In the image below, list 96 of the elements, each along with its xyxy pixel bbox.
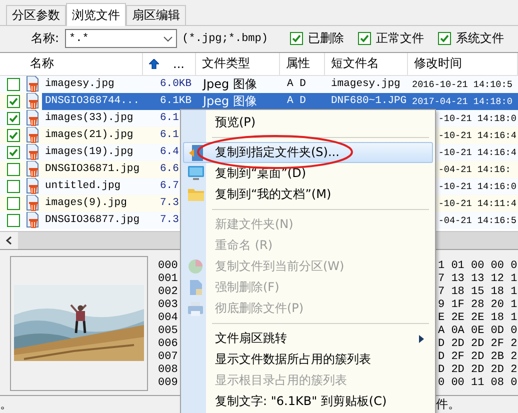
file-name-cell[interactable]: DNSGIO36877.jpg <box>42 212 143 229</box>
document-icon <box>190 280 202 295</box>
hex-bytes: E 2E 2E 18 1 <box>438 312 518 325</box>
chevron-down-icon <box>163 36 174 42</box>
checkbox[interactable] <box>438 32 451 46</box>
attribute-cell: A D <box>280 92 325 110</box>
scroll-left-button[interactable] <box>0 232 18 249</box>
checkbox[interactable] <box>6 162 20 176</box>
hex-bytes: 7 13 13 12 1 <box>438 272 518 286</box>
hex-bytes: D 2D 2D 2D 2 <box>438 364 518 377</box>
checkbox[interactable] <box>6 180 20 193</box>
status-text: 。 <box>0 396 12 413</box>
checkbox[interactable] <box>6 78 20 91</box>
size-cell-text: 6.1 <box>159 111 179 126</box>
tab[interactable]: 分区参数 <box>6 5 66 26</box>
column-header[interactable]: 文件类型 <box>196 52 280 75</box>
menu-item[interactable]: 预览(P) <box>183 112 433 133</box>
size-cell-text: 7.3 <box>159 196 179 212</box>
modified-cell: 2017-04-21 14:18:0 <box>408 92 518 110</box>
size-cell-text: 7.3 <box>159 213 179 228</box>
hex-bytes: 9 1F 28 20 1 <box>438 298 518 312</box>
modified-cell-text: -10-21 14:16:4 <box>437 146 518 160</box>
name-filter-dropdown[interactable]: *.* <box>65 29 178 48</box>
modified-cell-text: -10-21 14:11:4 <box>437 196 518 211</box>
checkbox-label: 正常文件 <box>376 30 424 48</box>
type-cell: Jpeg 图像 <box>196 92 280 110</box>
checkbox[interactable] <box>290 32 303 46</box>
checkbox[interactable] <box>358 32 371 46</box>
modified-cell-text: -04-21 14:16:5 <box>437 214 518 228</box>
file-name-cell[interactable]: images(21).jpg <box>42 126 143 144</box>
column-header[interactable]: 短文件名 <box>325 52 408 75</box>
modified-cell-text: -10-21 14:18:0 <box>437 112 518 126</box>
hex-bytes: 0 00 11 08 0 <box>438 376 518 390</box>
hex-offset: 004 <box>158 312 178 325</box>
name-label: 名称: <box>31 30 60 48</box>
hex-offset: 002 <box>158 286 178 299</box>
status-text: 件。 <box>436 396 460 413</box>
modified-cell-text: -10-21 14:16:0 <box>437 180 518 194</box>
modified-cell-text: -10-21 14:16:4 <box>437 128 518 143</box>
checkbox[interactable] <box>6 128 20 142</box>
modified-cell-text: 2016-10-21 14:10:5 <box>411 78 514 92</box>
hex-offset: 001 <box>158 272 178 286</box>
monitor-icon <box>188 166 204 181</box>
hex-offset: 006 <box>158 338 178 351</box>
hex-offset: 009 <box>158 376 178 390</box>
file-name-cell[interactable]: images(9).jpg <box>42 194 143 212</box>
menu-item[interactable]: 复制到指定文件夹(S)... <box>183 142 433 163</box>
pie-chart-icon <box>188 259 203 274</box>
menu-item[interactable]: 复制到“我的文档”(M) <box>183 184 433 205</box>
checkbox[interactable] <box>6 214 20 227</box>
column-header[interactable]: 修改时间 <box>408 52 518 75</box>
tab[interactable]: 浏览文件 <box>66 3 126 26</box>
column-header[interactable]: ... <box>143 52 196 75</box>
hex-offset: 008 <box>158 364 178 377</box>
file-name-cell[interactable]: imagesy.jpg <box>42 76 143 93</box>
chevron-left-icon <box>6 236 12 245</box>
menu-item[interactable]: 显示文件数据所占用的簇列表 <box>183 349 433 370</box>
hex-bytes: A 0A 0E 0D 0 <box>438 324 518 338</box>
checkbox[interactable] <box>6 146 20 159</box>
checkbox-label: 已删除 <box>308 30 344 48</box>
checkbox-label: 系统文件 <box>456 30 504 48</box>
hex-bytes: 7 18 15 18 1 <box>438 286 518 299</box>
size-cell-text: 6.6 <box>159 162 179 178</box>
type-cell-text: Jpeg 图像 <box>201 76 258 93</box>
hex-bytes: 1 01 00 00 0 <box>438 260 518 273</box>
checkbox[interactable] <box>6 112 20 125</box>
hex-offset: 003 <box>158 298 178 312</box>
printer-icon <box>188 302 203 316</box>
size-cell-text: 6.7 <box>159 179 179 194</box>
checkbox[interactable] <box>6 196 20 210</box>
size-cell-text: 6.0KB <box>159 77 193 92</box>
short-name-cell: DNF680~1.JPG <box>325 92 408 110</box>
column-header[interactable]: 名称 <box>0 52 143 75</box>
filter-hint: (*.jpg;*.bmp) <box>182 32 268 45</box>
size-cell: 6.1KB <box>143 92 196 110</box>
file-name-cell[interactable]: DNSGIO368744... <box>42 92 143 110</box>
file-name-cell[interactable]: DNSGIO36871.jpg <box>42 160 143 178</box>
menu-item[interactable]: 复制文字: "6.1KB" 到剪贴板(C) <box>183 391 433 412</box>
tab[interactable]: 扇区编辑 <box>126 5 186 26</box>
hex-bytes: D 2F 2D 2B 2 <box>438 350 518 364</box>
hex-offset: 000 <box>158 260 178 273</box>
size-cell-text: 6.4 <box>159 145 179 160</box>
file-name-cell[interactable]: images(33).jpg <box>42 110 143 127</box>
column-header[interactable]: 属性 <box>280 52 325 75</box>
menu-item[interactable]: 文件扇区跳转 <box>183 328 433 349</box>
checkbox[interactable] <box>6 94 20 108</box>
size-cell-text: 6.1 <box>159 128 179 144</box>
hex-offset: 005 <box>158 324 178 338</box>
modified-cell-text: -04-21 14:16: <box>437 162 512 177</box>
attribute-cell-text: A D <box>286 77 307 92</box>
short-name-cell-text: imagesy.jpg <box>330 77 402 92</box>
folder-icon <box>188 188 204 201</box>
file-name-cell[interactable]: images(19).jpg <box>42 144 143 161</box>
hex-offset: 007 <box>158 350 178 364</box>
file-name-cell[interactable]: untitled.jpg <box>42 178 143 195</box>
hex-bytes: D 2D 2D 2F 2 <box>438 338 518 351</box>
